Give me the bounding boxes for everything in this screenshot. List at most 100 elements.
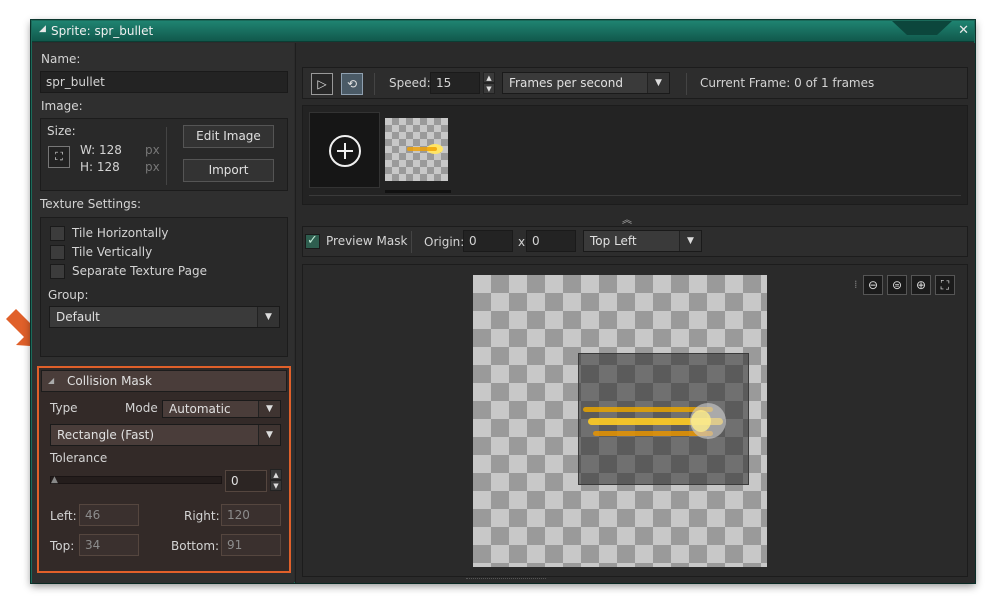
left-input[interactable]: 46 [79, 504, 139, 526]
origin-x-input[interactable]: 0 [463, 230, 513, 252]
tolerance-label: Tolerance [50, 451, 108, 465]
import-button[interactable]: Import [183, 159, 274, 182]
right-input[interactable]: 120 [221, 504, 281, 526]
origin-y-input[interactable]: 0 [526, 230, 576, 252]
frame-thumbnail[interactable] [385, 118, 448, 181]
zoom-in-icon[interactable]: ⊕ [911, 275, 931, 295]
collapse-triangle-icon: ◢ [48, 376, 55, 385]
bottom-input[interactable]: 91 [221, 534, 281, 556]
type-label: Type [50, 401, 78, 415]
divider [686, 73, 687, 95]
tolerance-stepper[interactable]: ▲ ▼ [270, 469, 282, 491]
speed-unit-dropdown[interactable]: Frames per second ▼ [502, 72, 670, 94]
origin-separator: x [518, 235, 526, 249]
mode-dropdown[interactable]: Automatic ▼ [162, 400, 281, 418]
play-icon[interactable]: ▷ [311, 73, 333, 95]
tile-vertically-label: Tile Vertically [72, 245, 153, 259]
edit-image-button[interactable]: Edit Image [183, 125, 274, 148]
speed-input[interactable]: 15 [430, 72, 480, 94]
name-label: Name: [41, 52, 81, 66]
mode-value: Automatic [169, 402, 231, 416]
window-title: Sprite: spr_bullet [51, 24, 154, 38]
fullscreen-icon[interactable]: ⛶ [935, 275, 955, 295]
zoom-out-icon[interactable]: ⊖ [863, 275, 883, 295]
group-dropdown[interactable]: Default ▼ [49, 306, 280, 328]
speed-label: Speed: [389, 76, 431, 90]
texture-settings-panel: Tile Horizontally Tile Vertically Separa… [40, 217, 288, 357]
stepper-up-icon[interactable]: ▲ [270, 469, 282, 480]
shape-value: Rectangle (Fast) [57, 428, 155, 442]
divider [411, 231, 412, 253]
collapse-icon[interactable]: ◢ [39, 24, 46, 34]
resize-icon[interactable]: ⛶ [48, 146, 70, 168]
chevron-down-icon: ▼ [679, 231, 701, 251]
collision-mask-panel: ◢ Collision Mask Type Mode Automatic ▼ R… [37, 366, 291, 573]
top-input[interactable]: 34 [79, 534, 139, 556]
image-panel: Size: ⛶ W: 128 H: 128 px px Edit Image I… [40, 118, 288, 191]
origin-preset-value: Top Left [590, 234, 637, 248]
zoom-reset-icon[interactable]: ⊜ [887, 275, 907, 295]
sprite-canvas[interactable]: ⁞ ⊖ ⊜ ⊕ ⛶ [302, 264, 968, 577]
chevron-down-icon: ▼ [647, 73, 669, 93]
stepper-down-icon[interactable]: ▼ [483, 83, 495, 94]
preview-mask-label: Preview Mask [326, 234, 408, 248]
image-label: Image: [41, 99, 83, 113]
separate-texture-page-checkbox[interactable] [50, 264, 65, 279]
width-unit: px [145, 143, 160, 157]
tile-horizontally-label: Tile Horizontally [72, 226, 169, 240]
origin-preset-dropdown[interactable]: Top Left ▼ [583, 230, 702, 252]
tolerance-slider[interactable]: ▲ [50, 475, 222, 485]
add-frame-button[interactable] [309, 112, 380, 188]
width-text: W: 128 [80, 143, 122, 157]
stepper-up-icon[interactable]: ▲ [483, 72, 495, 83]
preview-area: ▷ ⟲ Speed: 15 ▲ ▼ Frames per second ▼ Cu… [295, 43, 975, 583]
group-value: Default [56, 310, 100, 324]
zoom-controls: ⁞ ⊖ ⊜ ⊕ ⛶ [854, 275, 959, 297]
stepper-down-icon[interactable]: ▼ [270, 480, 282, 491]
sprite-image [473, 275, 767, 567]
height-text: H: 128 [80, 160, 120, 174]
frame-scrollbar[interactable] [385, 190, 451, 193]
bottom-label: Bottom: [171, 539, 220, 553]
tile-vertically-checkbox[interactable] [50, 245, 65, 260]
animation-toolbar: ▷ ⟲ Speed: 15 ▲ ▼ Frames per second ▼ Cu… [302, 67, 968, 99]
title-notch [892, 21, 952, 35]
shape-dropdown[interactable]: Rectangle (Fast) ▼ [50, 424, 281, 446]
resize-grip[interactable] [466, 578, 546, 581]
preview-mask-checkbox[interactable] [305, 233, 320, 249]
current-frame-text: Current Frame: 0 of 1 frames [700, 76, 875, 90]
height-unit: px [145, 160, 160, 174]
mask-toolbar: Preview Mask Origin: 0 x 0 Top Left ▼ [302, 226, 968, 257]
properties-panel: Name: spr_bullet Image: Size: ⛶ W: 128 H… [32, 43, 294, 583]
right-label: Right: [184, 509, 220, 523]
divider [374, 73, 375, 95]
divider [166, 127, 167, 185]
loop-icon[interactable]: ⟲ [341, 73, 363, 95]
tile-horizontally-checkbox[interactable] [50, 226, 65, 241]
name-input[interactable]: spr_bullet [40, 71, 288, 93]
texture-settings-label: Texture Settings: [40, 197, 142, 211]
bullet-sprite [583, 403, 726, 439]
slider-handle-icon[interactable]: ▲ [51, 475, 58, 485]
frame-strip-line [309, 195, 961, 196]
size-label: Size: [47, 124, 76, 138]
speed-unit-value: Frames per second [509, 76, 623, 90]
chevron-down-icon: ▼ [258, 425, 280, 445]
collision-mask-title: Collision Mask [67, 374, 152, 388]
chevron-down-icon: ▼ [257, 307, 279, 327]
drag-handle-icon[interactable]: ⁞ [854, 278, 858, 291]
collapse-up-icon[interactable]: ︽ [622, 211, 632, 226]
close-icon[interactable]: ✕ [958, 23, 969, 38]
bullet-thumbnail-icon [407, 144, 443, 154]
title-bar[interactable]: ◢ Sprite: spr_bullet ✕ [32, 21, 974, 42]
speed-stepper[interactable]: ▲ ▼ [483, 72, 495, 94]
separate-texture-page-label: Separate Texture Page [72, 264, 207, 278]
add-frame-icon [329, 135, 361, 167]
frame-strip [302, 105, 968, 205]
tolerance-input[interactable]: 0 [225, 470, 267, 492]
origin-label: Origin: [424, 235, 465, 249]
chevron-down-icon: ▼ [258, 401, 280, 417]
left-label: Left: [50, 509, 77, 523]
group-label: Group: [48, 288, 89, 302]
collision-mask-header[interactable]: ◢ Collision Mask [41, 370, 287, 392]
